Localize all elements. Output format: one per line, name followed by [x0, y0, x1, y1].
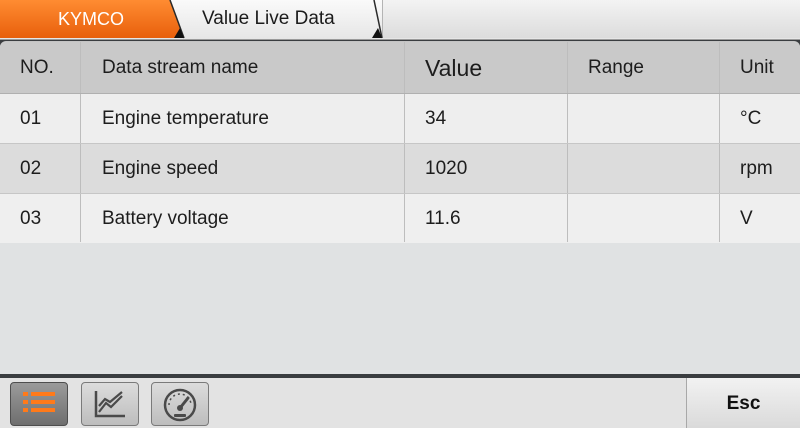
row-divider	[0, 193, 800, 194]
header-unit: Unit	[740, 57, 774, 78]
column-divider	[0, 42, 720, 242]
row-unit: V	[740, 207, 753, 229]
dashboard-view-button[interactable]	[151, 382, 209, 426]
row-divider	[0, 93, 800, 94]
row-unit: rpm	[740, 158, 773, 179]
graph-view-button[interactable]	[81, 382, 139, 426]
esc-button[interactable]: Esc	[686, 378, 800, 428]
breadcrumb-brand-label: KYMCO	[58, 8, 125, 29]
bottom-toolbar: Esc	[0, 376, 800, 428]
row-unit: °C	[740, 108, 762, 129]
gauge-icon	[163, 388, 197, 422]
list-view-button[interactable]	[10, 382, 68, 426]
breadcrumb-item-brand[interactable]: KYMCO	[0, 0, 184, 38]
breadcrumb-filler	[382, 0, 800, 38]
live-data-table: NO. Data stream name Value Range Unit 01…	[0, 41, 800, 374]
breadcrumb-item-value-live-data[interactable]: Value Live Data	[170, 0, 384, 38]
line-chart-icon	[94, 391, 125, 418]
list-icon	[23, 392, 55, 412]
row-divider	[0, 143, 800, 144]
breadcrumb: Value Live Data KYMCO	[0, 0, 800, 40]
breadcrumb-page-label: Value Live Data	[202, 8, 335, 29]
